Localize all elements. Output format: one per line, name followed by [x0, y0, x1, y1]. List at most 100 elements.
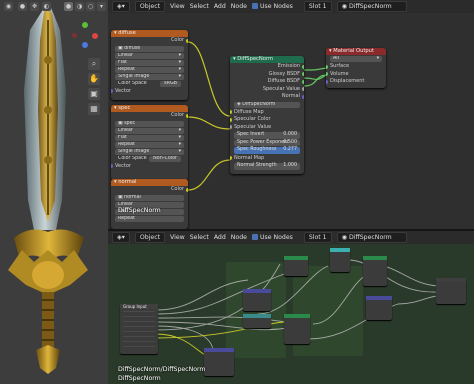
use-nodes-toggle[interactable]: Use Nodes: [251, 3, 293, 10]
shading-material-icon[interactable]: ◑: [75, 2, 84, 11]
add-menu[interactable]: Add: [214, 234, 226, 241]
spec-texture-node[interactable]: ▾ spec Color ▣ spec Linear ▾ Flat ▾ Repeat…: [111, 105, 188, 180]
overlay-icon[interactable]: ◐: [42, 2, 51, 11]
color-socket[interactable]: [230, 156, 232, 161]
node-title[interactable]: [243, 314, 271, 318]
vector-socket[interactable]: [111, 89, 113, 94]
3d-viewport[interactable]: ◉ ● ✥ ◐ ● ◑ ○ ▾ ⌕ ✋ ▣ ▦: [0, 0, 108, 384]
shader-socket[interactable]: [326, 72, 328, 77]
shader-socket[interactable]: [302, 64, 304, 69]
node-menu[interactable]: Node: [231, 234, 247, 241]
node-title[interactable]: [330, 248, 350, 252]
node-title[interactable]: [363, 256, 387, 260]
node-title[interactable]: [366, 296, 392, 300]
node-title[interactable]: ▾ DiffSpecNorm: [230, 56, 304, 63]
diffspecnorm-group-node[interactable]: ▾ DiffSpecNorm Emission Glossy BSDF Diff…: [230, 56, 304, 174]
material-output-node[interactable]: ▾ Material Output All ▾ Surface Volume Di…: [326, 48, 386, 88]
shader-socket[interactable]: [302, 72, 304, 77]
extension-select[interactable]: Repeat ▾: [115, 66, 184, 73]
extension-select[interactable]: Repeat ▾: [115, 141, 184, 148]
select-menu[interactable]: Select: [190, 234, 209, 241]
interpolation-select[interactable]: Linear ▾: [115, 52, 184, 59]
shader-socket[interactable]: [302, 79, 304, 84]
visibility-icon[interactable]: ●: [18, 2, 27, 11]
diffuse-texture-node[interactable]: ▾ diffuse Color ▣ diffuse Linear ▾ Flat ▾ …: [111, 30, 188, 100]
source-select[interactable]: Single Image ▾: [115, 73, 184, 80]
node-title[interactable]: ▾ normal: [111, 179, 188, 186]
spec-roughness-slider[interactable]: Spec Roughness 0.277: [234, 147, 300, 154]
vector-socket[interactable]: [326, 79, 328, 84]
color-socket[interactable]: [186, 187, 188, 192]
shading-rendered-icon[interactable]: ○: [86, 2, 95, 11]
interpolation-select[interactable]: Linear ▾: [115, 127, 184, 134]
normal-strength-slider[interactable]: Normal Strength 1.000: [234, 163, 300, 170]
node-title[interactable]: [284, 256, 308, 260]
view-menu[interactable]: View: [170, 3, 185, 10]
bsdf-node-2[interactable]: [284, 256, 308, 276]
bsdf-node-1[interactable]: [284, 314, 310, 344]
group-output-node[interactable]: [436, 278, 466, 304]
color-space-select[interactable]: Non-Color: [149, 155, 181, 162]
gizmo-icon[interactable]: ✥: [30, 2, 39, 11]
vector-socket[interactable]: [111, 164, 113, 169]
spec-invert-slider[interactable]: Spec Invert 0.000: [234, 132, 300, 139]
color-socket[interactable]: [230, 117, 232, 122]
add-menu[interactable]: Add: [214, 3, 226, 10]
color-space-select[interactable]: sRGB: [160, 80, 181, 87]
math-node-2[interactable]: [330, 248, 350, 272]
material-select[interactable]: ◉ DiffSpecNorm: [336, 1, 407, 12]
node-title[interactable]: ▾ diffuse: [111, 30, 188, 37]
color-socket[interactable]: [186, 38, 188, 43]
group-input-node[interactable]: Group Input: [120, 304, 158, 354]
navigation-gizmo[interactable]: [70, 20, 102, 52]
spec-power-slider[interactable]: Spec Power Exponent 0.500: [234, 139, 300, 146]
node-title[interactable]: [436, 278, 466, 282]
grid-icon[interactable]: ▦: [88, 103, 100, 115]
select-menu[interactable]: Select: [190, 3, 209, 10]
vector-socket[interactable]: [302, 94, 304, 99]
bottom-node-editor[interactable]: Group Input DiffSpecNorm/DiffSpecNorm Di…: [108, 244, 474, 384]
source-select[interactable]: Single Image ▾: [115, 148, 184, 155]
top-node-editor[interactable]: ▾ diffuse Color ▣ diffuse Linear ▾ Flat ▾ …: [108, 13, 474, 229]
node-title[interactable]: Group Input: [120, 304, 158, 309]
extension-select[interactable]: Repeat: [115, 215, 184, 222]
rgb-curves-node[interactable]: [204, 348, 234, 376]
projection-select[interactable]: Flat ▾: [115, 59, 184, 66]
shading-options-icon[interactable]: ▾: [97, 2, 106, 11]
node-title[interactable]: [243, 289, 271, 293]
mix-node[interactable]: [243, 289, 271, 311]
node-title[interactable]: [284, 314, 310, 318]
value-socket[interactable]: [302, 87, 304, 92]
object-menu[interactable]: Object: [134, 1, 166, 12]
search-icon[interactable]: ⌕: [88, 58, 100, 70]
target-select[interactable]: All ▾: [330, 56, 382, 62]
y-axis-icon[interactable]: [82, 22, 88, 28]
z-axis-icon[interactable]: [82, 42, 88, 48]
math-node[interactable]: [243, 314, 271, 328]
node-title[interactable]: [204, 348, 234, 352]
neg-x-axis-icon[interactable]: [72, 33, 77, 38]
normal-texture-node[interactable]: ▾ normal Color ▣ normal Linear Flat Repe…: [111, 179, 188, 229]
node-title[interactable]: ▾ spec: [111, 105, 188, 112]
value-socket[interactable]: [230, 125, 232, 130]
object-menu[interactable]: Object: [134, 232, 166, 243]
shader-socket[interactable]: [326, 64, 328, 69]
use-nodes-toggle[interactable]: Use Nodes: [251, 234, 293, 241]
image-select[interactable]: ▣ spec: [115, 120, 184, 127]
material-select[interactable]: ◉ DiffSpecNorm: [336, 232, 407, 243]
node-menu[interactable]: Node: [231, 3, 247, 10]
mix-shader-node[interactable]: [363, 256, 387, 286]
image-select[interactable]: ▣ normal: [115, 194, 184, 201]
color-socket[interactable]: [186, 113, 188, 118]
hand-icon[interactable]: ✋: [88, 73, 100, 85]
node-group-select[interactable]: ◈ DiffSpecNorm: [234, 101, 300, 108]
shading-solid-icon[interactable]: ●: [64, 2, 73, 11]
view-icon[interactable]: ◉: [4, 2, 13, 11]
slot-select[interactable]: Slot 1: [303, 232, 332, 243]
view-menu[interactable]: View: [170, 234, 185, 241]
color-socket[interactable]: [230, 110, 232, 115]
node-title[interactable]: ▾ Material Output: [326, 48, 386, 55]
camera-icon[interactable]: ▣: [88, 88, 100, 100]
node-editor-icon[interactable]: ◈▾: [112, 1, 130, 12]
image-select[interactable]: ▣ diffuse: [115, 45, 184, 52]
